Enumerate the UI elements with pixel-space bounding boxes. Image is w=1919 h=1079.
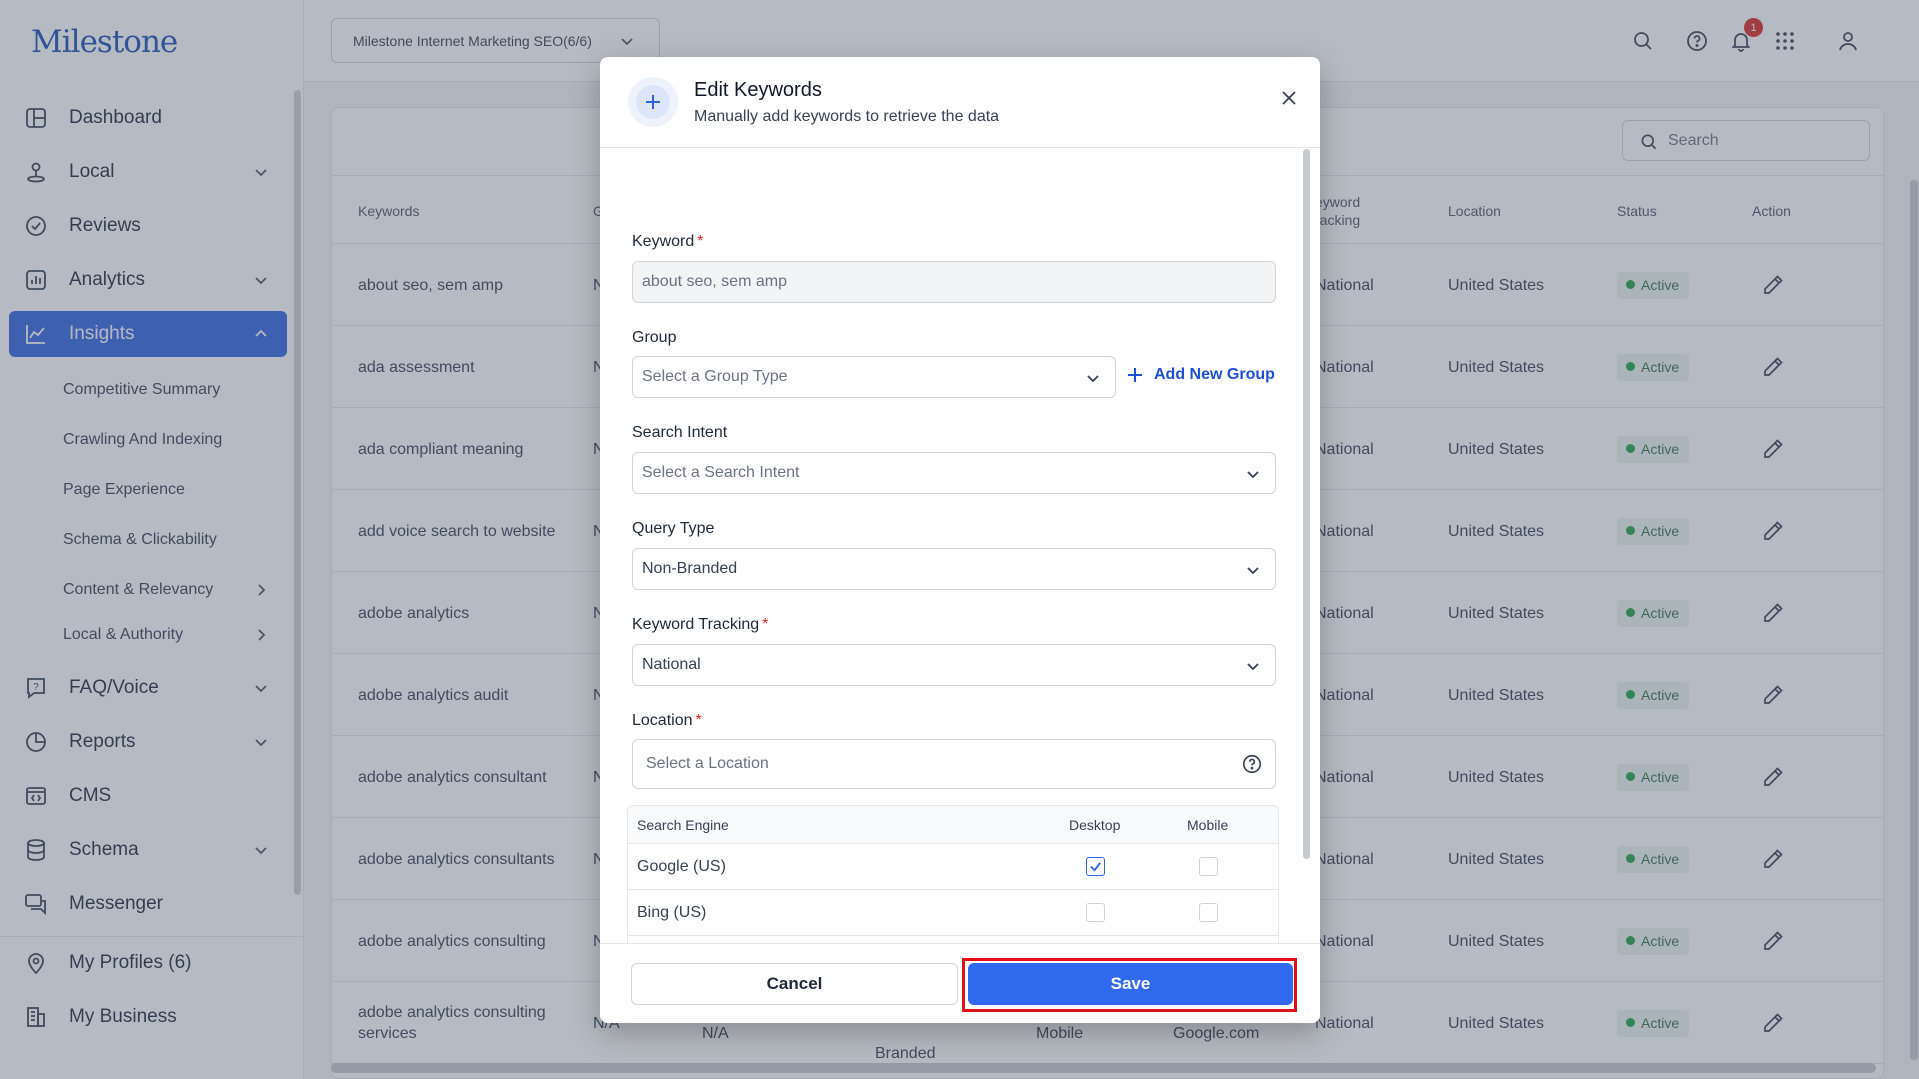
search-intent-label: Search Intent <box>632 424 728 441</box>
keyword-tracking-value: National <box>642 656 701 673</box>
query-type-select[interactable]: Non-Branded <box>632 548 1276 590</box>
search-engine-row: Google (US) <box>628 844 1278 890</box>
header-desktop: Desktop <box>1069 817 1121 833</box>
modal-title: Edit Keywords <box>694 79 822 101</box>
keyword-value: about seo, sem amp <box>642 273 787 290</box>
header-search-engine: Search Engine <box>637 817 729 833</box>
search-engine-name: Google (CA) <box>637 936 726 943</box>
plus-icon <box>1128 368 1142 382</box>
mobile-checkbox[interactable] <box>1199 903 1218 922</box>
close-icon[interactable] <box>1278 87 1300 109</box>
mobile-checkbox[interactable] <box>1199 857 1218 876</box>
location-placeholder: Select a Location <box>646 755 769 772</box>
add-new-group-label: Add New Group <box>1154 366 1275 383</box>
location-input[interactable]: Select a Location <box>632 739 1276 789</box>
group-placeholder: Select a Group Type <box>642 368 788 385</box>
modal-body: Keyword * about seo, sem amp Group Select… <box>600 149 1320 943</box>
help-icon[interactable] <box>1241 753 1263 775</box>
keyword-input[interactable]: about seo, sem amp <box>632 261 1276 303</box>
header-mobile: Mobile <box>1187 817 1229 833</box>
desktop-checkbox[interactable] <box>1086 857 1105 876</box>
search-intent-select[interactable]: Select a Search Intent <box>632 452 1276 494</box>
add-new-group-button[interactable]: Add New Group <box>1126 366 1275 384</box>
desktop-checkbox[interactable] <box>1086 903 1105 922</box>
modal-subtitle: Manually add keywords to retrieve the da… <box>694 108 1000 125</box>
query-type-value: Non-Branded <box>642 560 738 577</box>
group-select[interactable]: Select a Group Type <box>632 356 1116 398</box>
search-engine-table: Search Engine Desktop Mobile Google (US)… <box>627 805 1279 943</box>
chevron-down-icon <box>1247 471 1259 479</box>
plus-icon <box>628 77 678 127</box>
search-engine-name: Bing (US) <box>637 903 707 921</box>
save-button-highlight <box>962 958 1297 1012</box>
chevron-down-icon <box>1247 663 1259 671</box>
modal-scrollbar[interactable] <box>1303 149 1310 859</box>
location-label: Location * <box>632 712 702 729</box>
query-type-label: Query Type <box>632 520 715 537</box>
chevron-down-icon <box>1087 375 1099 383</box>
search-intent-placeholder: Select a Search Intent <box>642 464 800 481</box>
cancel-button[interactable]: Cancel <box>631 963 958 1005</box>
keyword-tracking-select[interactable]: National <box>632 644 1276 686</box>
search-engine-table-header: Search Engine Desktop Mobile <box>628 806 1278 844</box>
search-engine-row: Google (CA) <box>628 936 1278 943</box>
chevron-down-icon <box>1247 567 1259 575</box>
search-engine-name: Google (US) <box>637 857 726 875</box>
keyword-label: Keyword * <box>632 233 704 250</box>
group-label: Group <box>632 329 677 346</box>
edit-keywords-modal: Edit Keywords Manually add keywords to r… <box>600 57 1320 1023</box>
search-engine-rows: Google (US)Bing (US)Google (CA)Google (U… <box>628 844 1278 943</box>
modal-header: Edit Keywords Manually add keywords to r… <box>600 57 1320 148</box>
keyword-tracking-label: Keyword Tracking * <box>632 616 769 633</box>
search-engine-row: Bing (US) <box>628 890 1278 936</box>
